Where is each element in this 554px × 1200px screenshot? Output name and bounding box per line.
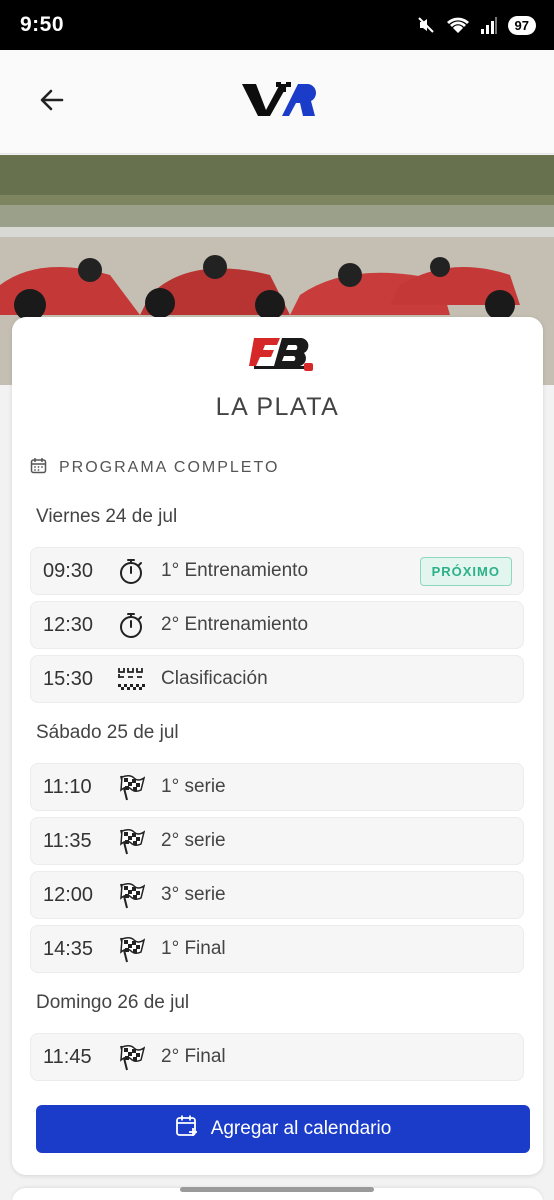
status-bar: 9:50 97	[0, 0, 554, 50]
session-name: 1° serie	[161, 776, 226, 797]
wifi-icon	[446, 15, 470, 35]
checkered-flag-icon	[116, 1042, 146, 1072]
schedule-row[interactable]: 11:45 2° Final	[30, 1033, 524, 1081]
schedule-row[interactable]: 14:35 1° Final	[30, 925, 524, 973]
section-title: PROGRAMA COMPLETO	[59, 459, 280, 476]
checkered-flag-icon	[116, 826, 146, 856]
session-name: 2° serie	[161, 830, 226, 851]
stopwatch-icon	[116, 556, 146, 586]
home-indicator[interactable]	[180, 1187, 374, 1192]
session-time: 12:00	[43, 883, 94, 906]
session-name: 2° Entrenamiento	[161, 614, 309, 635]
checkered-flag-icon	[116, 880, 146, 910]
session-name: 2° Final	[161, 1046, 226, 1067]
calendar-plus-icon	[175, 1114, 199, 1144]
day-label: Viernes 24 de jul	[36, 506, 178, 527]
session-time: 11:35	[43, 829, 92, 852]
day-label: Domingo 26 de jul	[36, 992, 190, 1013]
status-time: 9:50	[20, 13, 65, 36]
calendar-icon	[30, 457, 47, 479]
signal-icon	[480, 15, 498, 35]
schedule-row[interactable]: 11:35 2° serie	[30, 817, 524, 865]
add-to-calendar-label: Agregar al calendario	[210, 1118, 392, 1139]
session-name: 1° Entrenamiento	[161, 560, 309, 581]
session-time: 15:30	[43, 667, 94, 690]
schedule-row[interactable]: 09:30 1° Entrenamiento PRÓXIMO	[30, 547, 524, 595]
schedule-row[interactable]: 12:30 2° Entrenamiento	[30, 601, 524, 649]
stopwatch-icon	[116, 610, 146, 640]
arrow-left-icon	[38, 86, 66, 119]
back-button[interactable]	[30, 84, 74, 120]
schedule-row[interactable]: 12:00 3° serie	[30, 871, 524, 919]
day-label: Sábado 25 de jul	[36, 722, 179, 743]
next-badge: PRÓXIMO	[419, 557, 512, 586]
event-card: LA PLATA PROGRAMA COMPLETO Viernes 24 de…	[12, 317, 543, 1175]
session-time: 12:30	[43, 613, 94, 636]
app-logo	[240, 80, 316, 120]
session-time: 11:10	[43, 775, 92, 798]
starting-grid-icon	[116, 664, 146, 694]
session-name: Clasificación	[161, 668, 268, 689]
session-name: 3° serie	[161, 884, 226, 905]
session-time: 09:30	[43, 559, 94, 582]
add-to-calendar-button[interactable]: Agregar al calendario	[36, 1105, 530, 1153]
session-time: 14:35	[43, 937, 94, 960]
checkered-flag-icon	[116, 934, 146, 964]
session-time: 11:45	[43, 1045, 92, 1068]
schedule-row[interactable]: 15:30 Clasificación	[30, 655, 524, 703]
battery-indicator: 97	[507, 15, 536, 35]
session-name: 1° Final	[161, 938, 226, 959]
section-header: PROGRAMA COMPLETO	[30, 457, 279, 479]
schedule-row[interactable]: 11:10 1° serie	[30, 763, 524, 811]
app-header	[0, 50, 554, 154]
mute-icon	[416, 15, 436, 35]
city-title: LA PLATA	[215, 393, 340, 421]
series-logo	[244, 334, 316, 374]
status-icons: 97	[416, 15, 536, 35]
checkered-flag-icon	[116, 772, 146, 802]
